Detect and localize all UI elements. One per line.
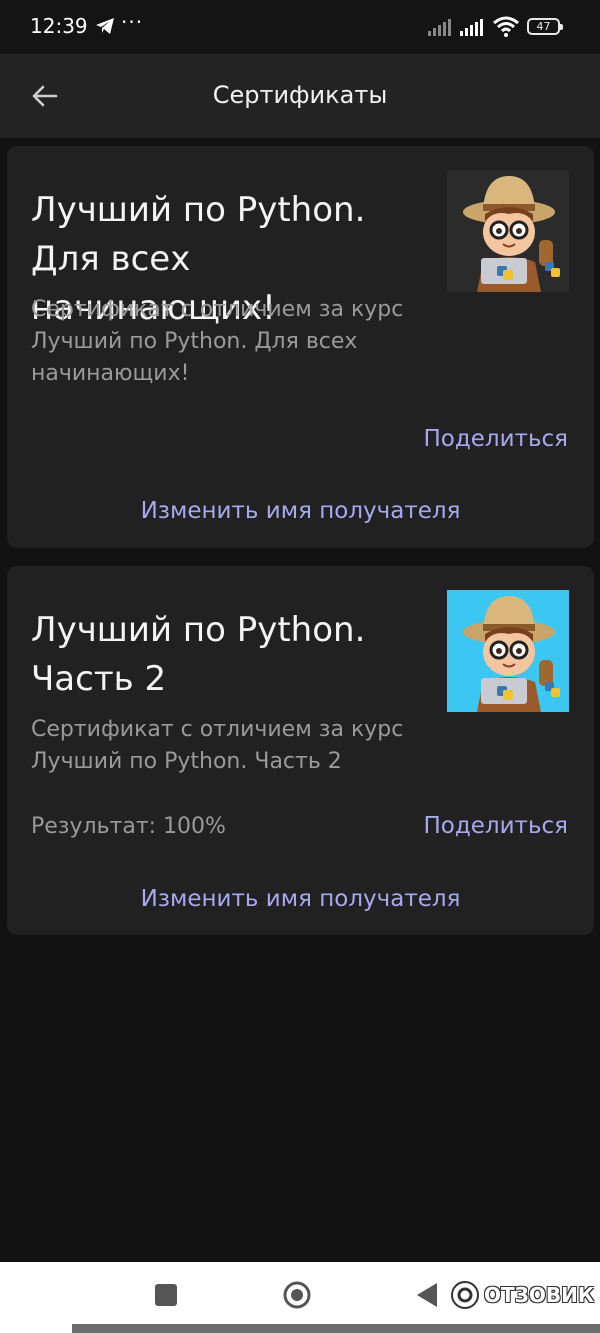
explorer-avatar-icon: [463, 176, 560, 292]
certificate-card[interactable]: Лучший по Python. Для всех начинающих! С…: [7, 146, 594, 548]
certificate-description: Сертификат с отличием за курс Лучший по …: [31, 297, 404, 386]
signal-icon: [460, 18, 486, 40]
recent-apps-icon[interactable]: [155, 1284, 177, 1306]
telegram-icon: [95, 17, 115, 39]
result-text: Результат: 100%: [31, 814, 226, 839]
more-icon: ···: [121, 10, 144, 34]
otzovik-logo-icon: [451, 1281, 479, 1309]
certificate-image[interactable]: [447, 170, 569, 292]
page-title: Сертификаты: [212, 81, 388, 109]
certificate-title: Лучший по Python. Часть 2: [31, 610, 366, 699]
change-recipient-name-link[interactable]: Изменить имя получателя: [7, 498, 594, 524]
home-icon[interactable]: [283, 1281, 311, 1309]
certificate-description: Сертификат с отличием за курс Лучший по …: [31, 717, 404, 774]
system-nav-bar: ОТЗОВИК: [0, 1262, 600, 1333]
signal-icon: [428, 18, 454, 40]
certificate-image[interactable]: [447, 590, 569, 712]
back-icon[interactable]: [415, 1281, 439, 1309]
app-bar: Сертификаты: [0, 54, 600, 138]
battery-icon: 47: [527, 18, 563, 35]
home-indicator: [72, 1324, 600, 1333]
certificate-card[interactable]: Лучший по Python. Часть 2 Сертификат с о…: [7, 566, 594, 935]
wifi-icon: [493, 16, 519, 42]
status-time: 12:39: [30, 14, 88, 38]
watermark-text: ОТЗОВИК: [484, 1283, 595, 1307]
share-link[interactable]: Поделиться: [423, 426, 568, 452]
share-link[interactable]: Поделиться: [423, 813, 568, 839]
status-bar: 12:39 ··· 47: [0, 0, 600, 54]
change-recipient-name-link[interactable]: Изменить имя получателя: [7, 886, 594, 912]
watermark: ОТЗОВИК: [450, 1275, 594, 1315]
explorer-avatar-icon: [463, 596, 560, 712]
